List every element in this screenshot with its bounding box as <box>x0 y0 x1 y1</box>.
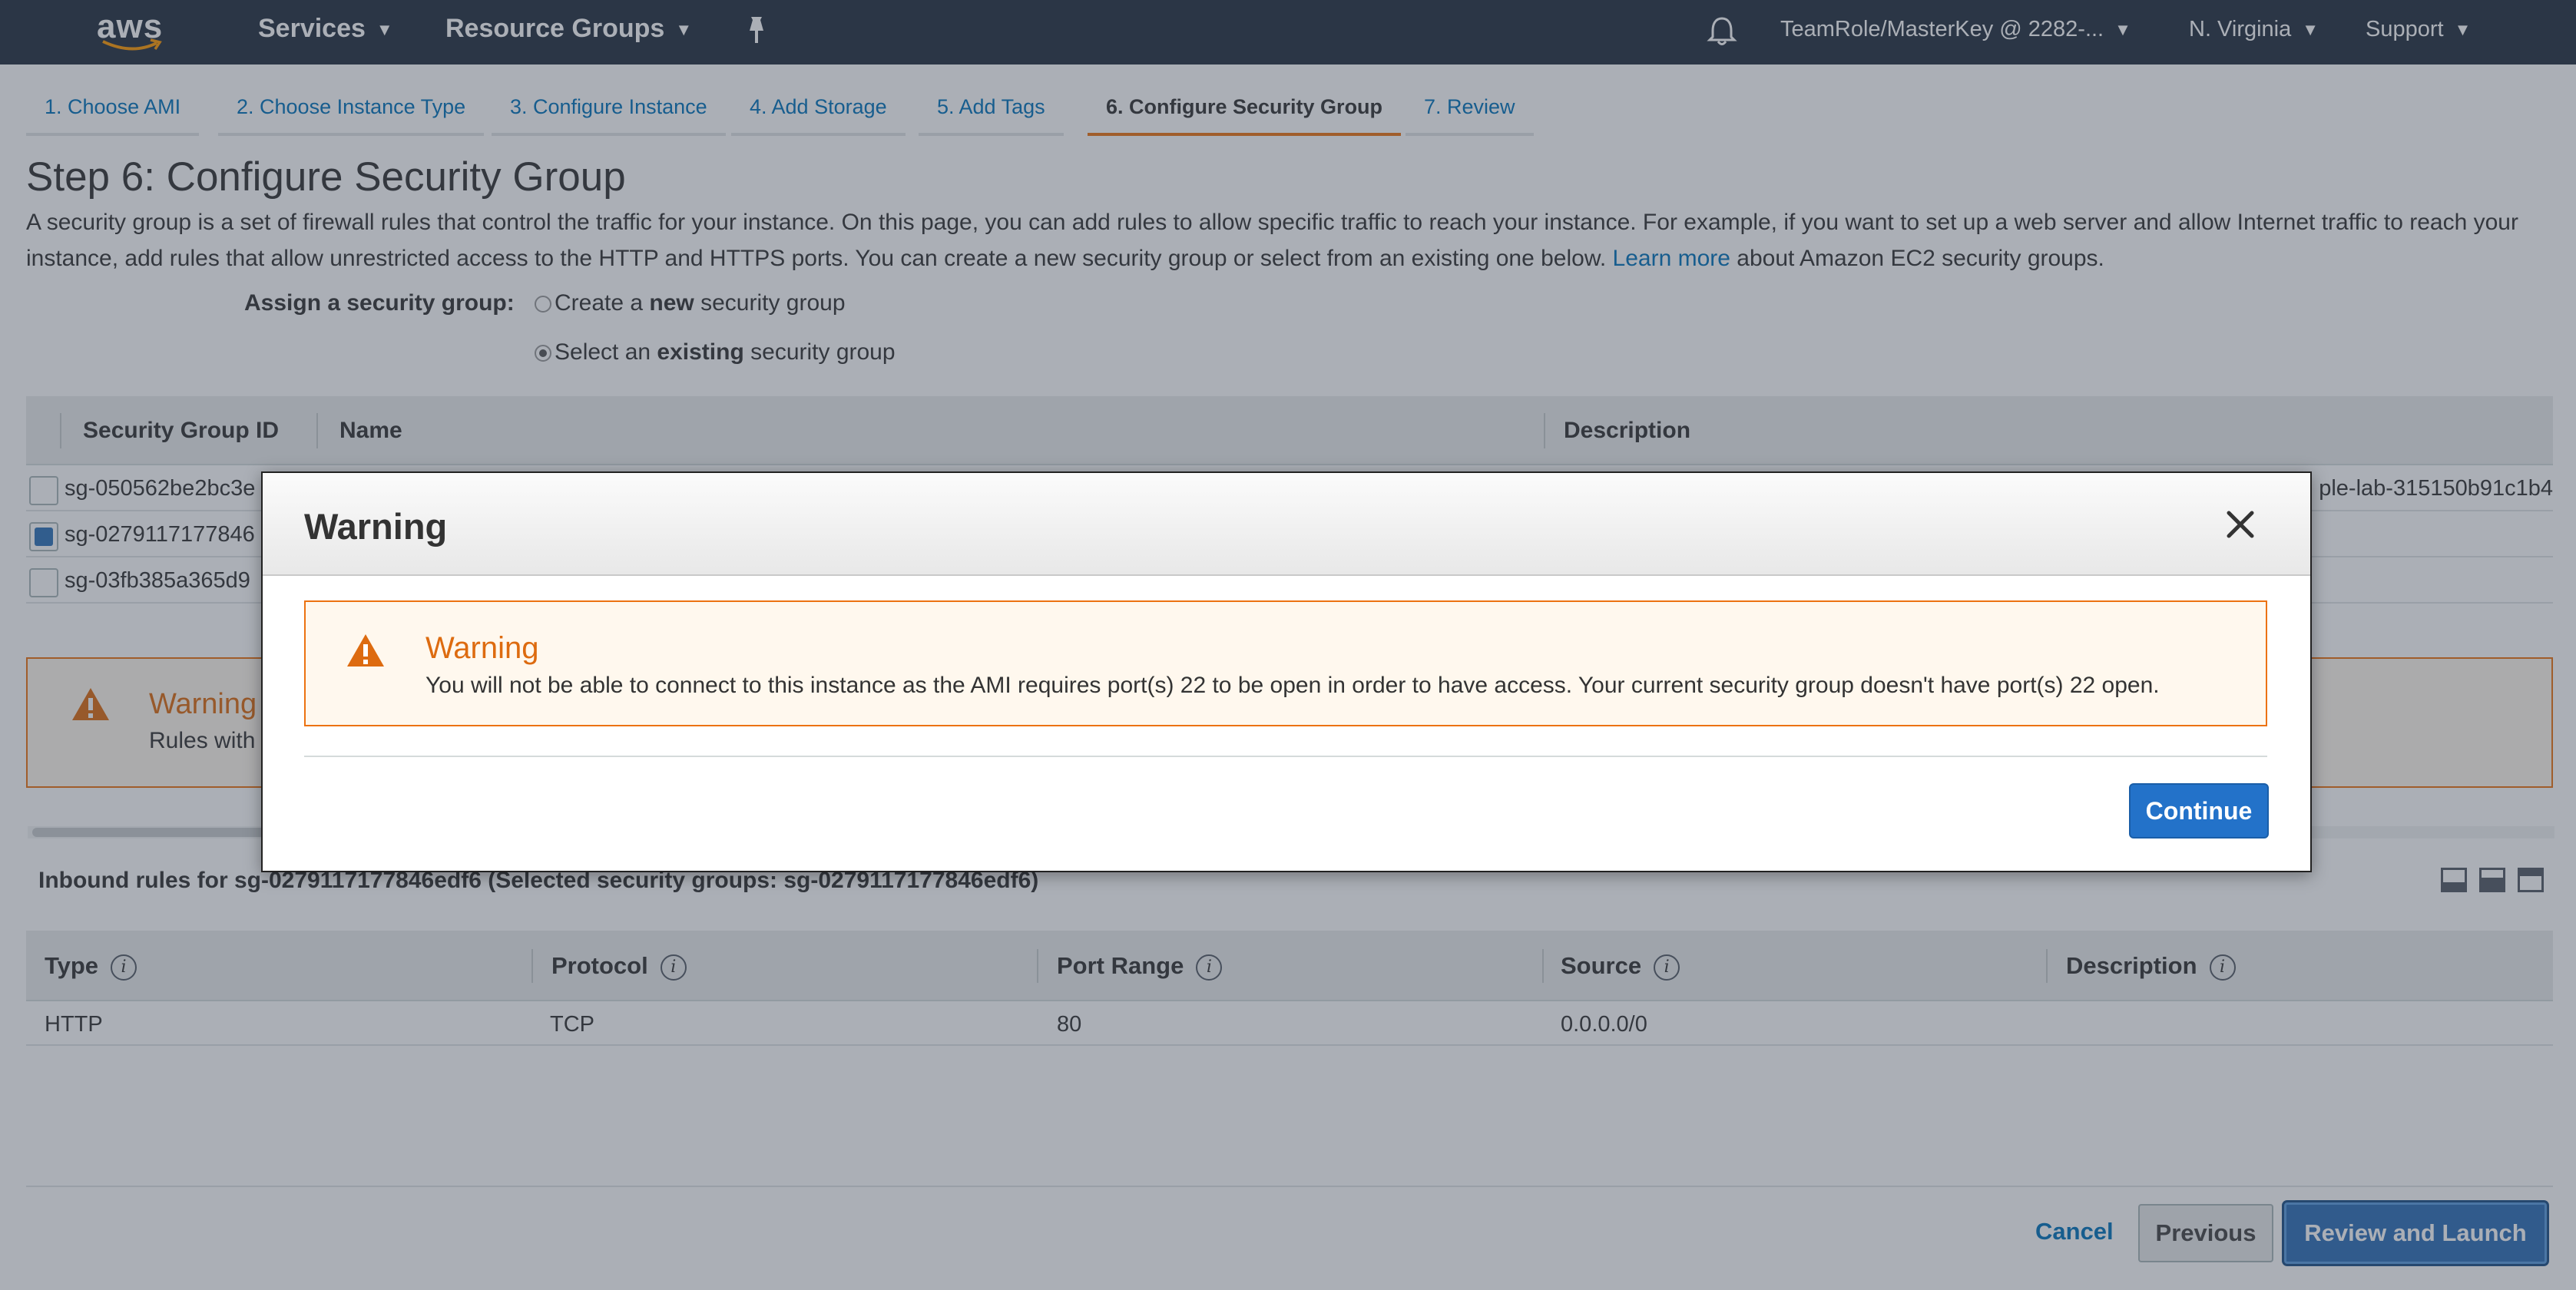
modal-divider <box>304 756 2267 757</box>
continue-button[interactable]: Continue <box>2129 783 2269 838</box>
warning-modal: Warning Warning You will not be able to … <box>261 471 2312 872</box>
alert-message: You will not be able to connect to this … <box>425 673 2160 698</box>
warning-icon <box>347 634 384 666</box>
close-button[interactable] <box>2223 507 2258 542</box>
close-icon <box>2227 511 2254 538</box>
modal-header: Warning <box>263 473 2310 576</box>
modal-title: Warning <box>304 506 448 547</box>
warning-alert: Warning You will not be able to connect … <box>304 600 2267 726</box>
alert-title: Warning <box>425 631 539 665</box>
